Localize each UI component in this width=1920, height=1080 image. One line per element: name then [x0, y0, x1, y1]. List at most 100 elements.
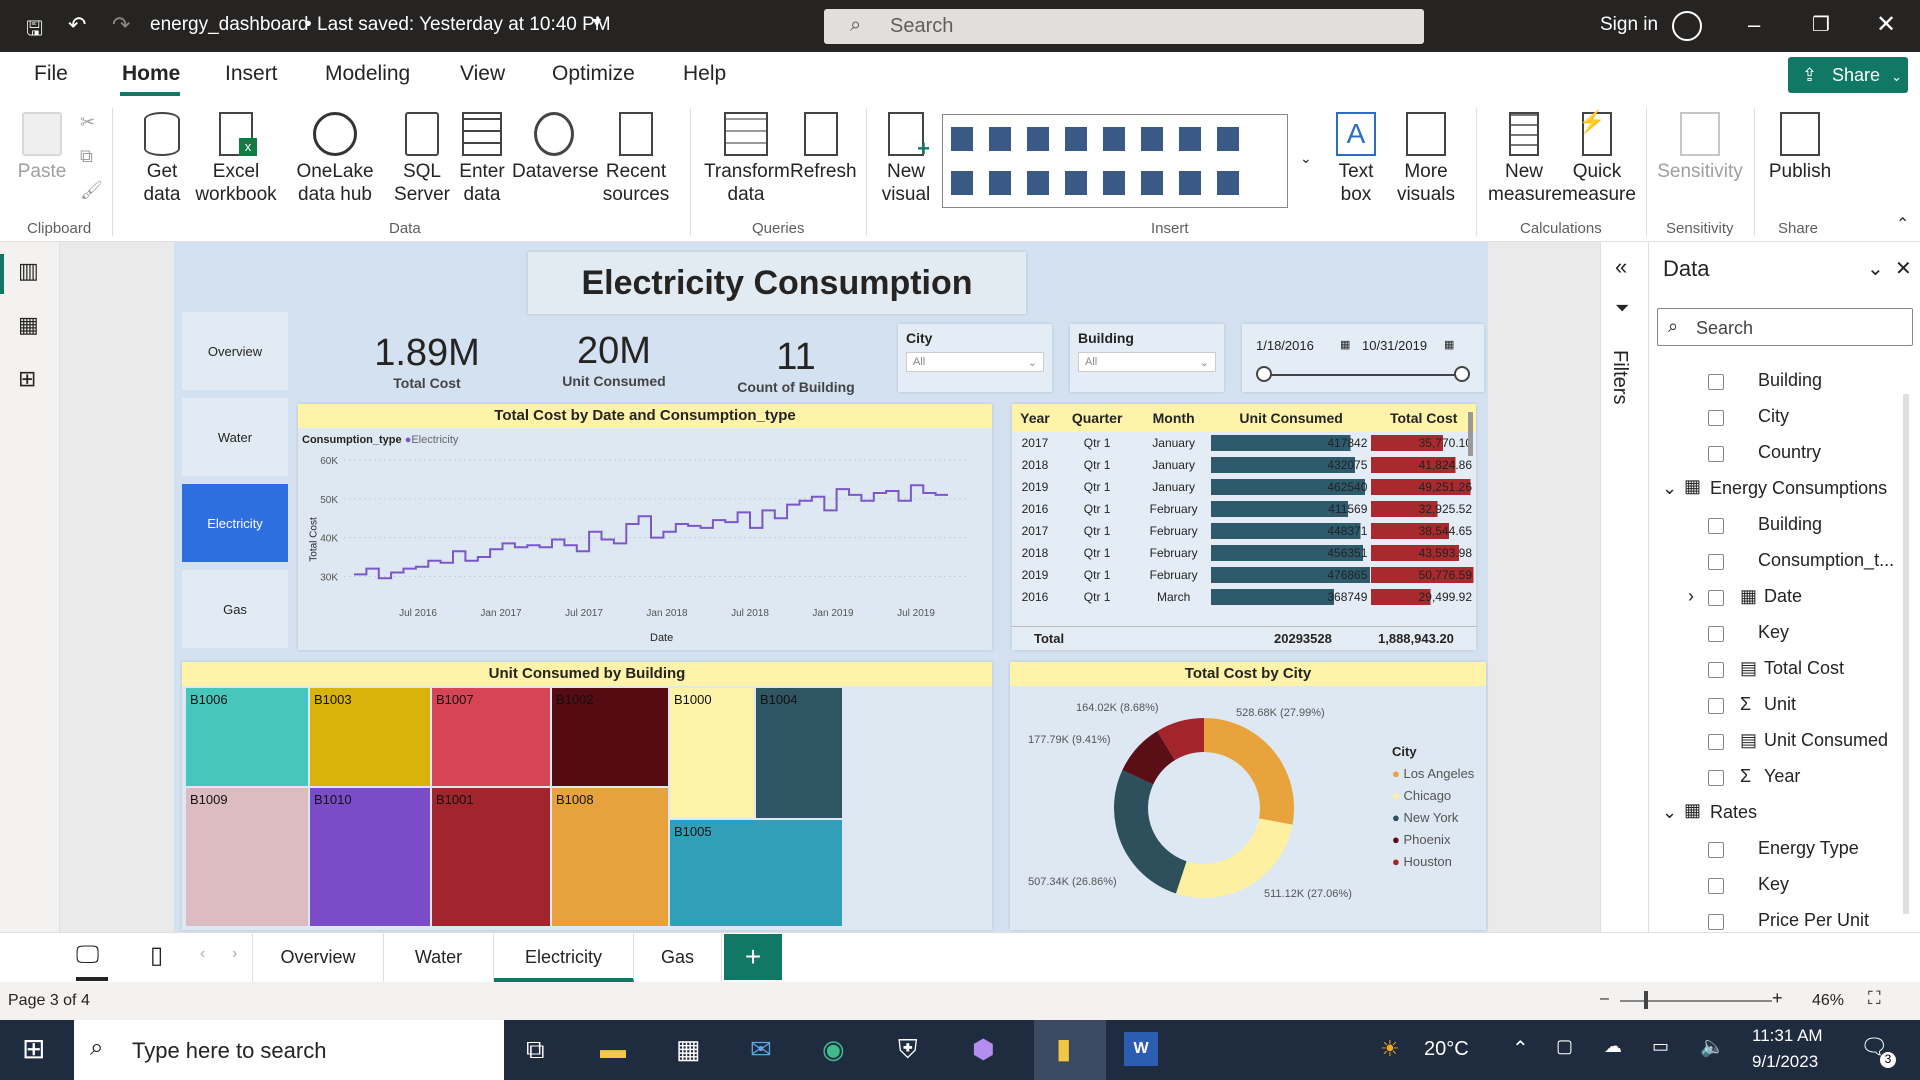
menu-optimize[interactable]: Optimize: [552, 62, 635, 86]
field-checkbox[interactable]: [1708, 554, 1724, 570]
table-row[interactable]: 2019 Qtr 1 February 476865 50,776.59: [1012, 564, 1476, 586]
field-item[interactable]: Consumption_t...: [1648, 546, 1898, 578]
nav-electricity-button[interactable]: Electricity: [182, 484, 288, 562]
field-item[interactable]: Building: [1648, 366, 1898, 398]
weather-icon[interactable]: ☀: [1380, 1036, 1400, 1062]
page-tab-electricity[interactable]: Electricity: [494, 932, 634, 982]
field-checkbox[interactable]: [1708, 518, 1724, 534]
next-page-icon[interactable]: ›: [232, 945, 237, 963]
excel-workbook-button[interactable]: x Excel workbook: [194, 112, 278, 206]
date-slicer[interactable]: 1/18/2016 ▦ 10/31/2019 ▦: [1242, 324, 1484, 392]
treemap-tile-b1007[interactable]: B1007: [432, 688, 550, 786]
chart-types-row[interactable]: [951, 127, 1251, 151]
legend-item[interactable]: ● Phoenix: [1392, 829, 1474, 851]
chevron-down-icon[interactable]: ▼: [590, 14, 604, 30]
building-slicer[interactable]: Building All ⌄: [1070, 324, 1224, 392]
new-measure-button[interactable]: New measure: [1488, 112, 1562, 206]
table-row[interactable]: 2018 Qtr 1 January 432075 41,824.86: [1012, 454, 1476, 476]
mobile-view-icon[interactable]: ▯: [150, 941, 163, 970]
menu-help[interactable]: Help: [683, 62, 726, 86]
save-icon[interactable]: 🖫: [26, 14, 43, 48]
search-input[interactable]: ⌕ Search: [824, 9, 1424, 44]
field-checkbox[interactable]: [1708, 878, 1724, 894]
store-icon[interactable]: ▦: [676, 1034, 701, 1065]
legend-item[interactable]: ● Los Angeles: [1392, 763, 1474, 785]
matrix-header[interactable]: Quarter: [1057, 404, 1137, 432]
chevron-up-icon[interactable]: ⌃: [1512, 1036, 1529, 1061]
edge-icon[interactable]: ◉: [822, 1034, 845, 1065]
share-button[interactable]: ⇪ Share ⌄: [1788, 57, 1908, 93]
field-checkbox[interactable]: [1708, 626, 1724, 642]
fit-page-icon[interactable]: ⛶: [1868, 988, 1881, 1009]
camera-icon[interactable]: ▢: [1556, 1036, 1573, 1057]
field-checkbox[interactable]: [1708, 842, 1724, 858]
treemap-tile-b1006[interactable]: B1006: [186, 688, 308, 786]
file-explorer-icon[interactable]: ▬: [600, 1034, 626, 1065]
field-checkbox[interactable]: [1708, 770, 1724, 786]
table-row[interactable]: 2016 Qtr 1 March 368749 29,499.92: [1012, 586, 1476, 608]
treemap-tile-b1009[interactable]: B1009: [186, 788, 308, 926]
report-view-icon[interactable]: ▥: [18, 258, 39, 284]
calendar-icon[interactable]: ▦: [1444, 338, 1454, 351]
field-checkbox[interactable]: [1708, 662, 1724, 678]
avatar-icon[interactable]: [1672, 11, 1702, 41]
word-icon[interactable]: W: [1124, 1032, 1158, 1066]
field-item[interactable]: Country: [1648, 438, 1898, 470]
close-icon[interactable]: ✕: [1876, 10, 1896, 39]
desktop-view-icon[interactable]: 🖵: [76, 941, 99, 969]
table-row[interactable]: 2016 Qtr 1 February 411569 32,925.52: [1012, 498, 1476, 520]
new-visual-button[interactable]: + New visual: [878, 112, 934, 206]
filters-label[interactable]: Filters: [1608, 350, 1631, 404]
taskbar-search[interactable]: ⌕ Type here to search: [74, 1020, 504, 1080]
menu-file[interactable]: File: [34, 62, 68, 86]
field-item[interactable]: Key: [1648, 618, 1898, 650]
page-tab-water[interactable]: Water: [384, 932, 494, 982]
treemap-tile-b1008[interactable]: B1008: [552, 788, 668, 926]
field-table[interactable]: ⌄ ▦ Rates: [1648, 798, 1898, 830]
page-tab-gas[interactable]: Gas: [634, 932, 722, 982]
legend-item[interactable]: ● Chicago: [1392, 785, 1474, 807]
undo-icon[interactable]: ↶: [68, 12, 86, 38]
table-view-icon[interactable]: ▦: [18, 312, 39, 338]
line-chart-visual[interactable]: Total Cost by Date and Consumption_type …: [298, 404, 992, 650]
add-page-button[interactable]: +: [724, 934, 782, 980]
table-row[interactable]: 2018 Qtr 1 February 456351 43,593.98: [1012, 542, 1476, 564]
field-item[interactable]: › ▦ Date: [1648, 582, 1898, 614]
zoom-slider[interactable]: [1620, 1000, 1772, 1002]
treemap-tile-b1010[interactable]: B1010: [310, 788, 430, 926]
city-slicer[interactable]: City All ⌄: [898, 324, 1052, 392]
matrix-header[interactable]: Unit Consumed: [1210, 404, 1372, 432]
field-checkbox[interactable]: [1708, 374, 1724, 390]
get-data-button[interactable]: Get data: [134, 112, 190, 206]
field-checkbox[interactable]: [1708, 446, 1724, 462]
nav-overview-button[interactable]: Overview: [182, 312, 288, 390]
field-checkbox[interactable]: [1708, 590, 1724, 606]
calendar-icon[interactable]: ▦: [1340, 338, 1350, 351]
refresh-button[interactable]: Refresh: [790, 112, 857, 183]
windows-start-icon[interactable]: ⊞: [22, 1032, 45, 1065]
treemap-tile-b1004[interactable]: B1004: [756, 688, 842, 818]
field-item[interactable]: Σ Year: [1648, 762, 1898, 794]
field-item[interactable]: Energy Type: [1648, 834, 1898, 866]
field-item[interactable]: Building: [1648, 510, 1898, 542]
battery-icon[interactable]: ▭: [1652, 1036, 1669, 1057]
menu-view[interactable]: View: [460, 62, 505, 86]
volume-icon[interactable]: 🔈: [1700, 1034, 1725, 1059]
scrollbar[interactable]: [1468, 412, 1473, 456]
power-bi-taskbar-button[interactable]: ▮: [1034, 1020, 1106, 1080]
treemap-tile-b1005[interactable]: B1005: [670, 820, 842, 926]
more-visuals-button[interactable]: More visuals: [1388, 112, 1464, 206]
table-row[interactable]: 2017 Qtr 1 February 448371 38,544.65: [1012, 520, 1476, 542]
table-row[interactable]: 2017 Qtr 1 January 417842 35,770.10: [1012, 432, 1476, 454]
menu-insert[interactable]: Insert: [225, 62, 278, 86]
recent-sources-button[interactable]: Recent sources: [598, 112, 674, 206]
security-icon[interactable]: ⛨: [898, 1034, 918, 1066]
field-item[interactable]: ▤ Unit Consumed: [1648, 726, 1898, 758]
redo-icon[interactable]: ↷: [112, 12, 130, 38]
range-handle-end[interactable]: [1454, 366, 1470, 382]
treemap-tile-b1000[interactable]: B1000: [670, 688, 754, 818]
mail-icon[interactable]: ✉: [750, 1034, 772, 1065]
zoom-out-icon[interactable]: –: [1600, 990, 1609, 1008]
date-to[interactable]: 10/31/2019: [1362, 338, 1427, 353]
quick-measure-button[interactable]: ⚡ Quick measure: [1562, 110, 1636, 206]
